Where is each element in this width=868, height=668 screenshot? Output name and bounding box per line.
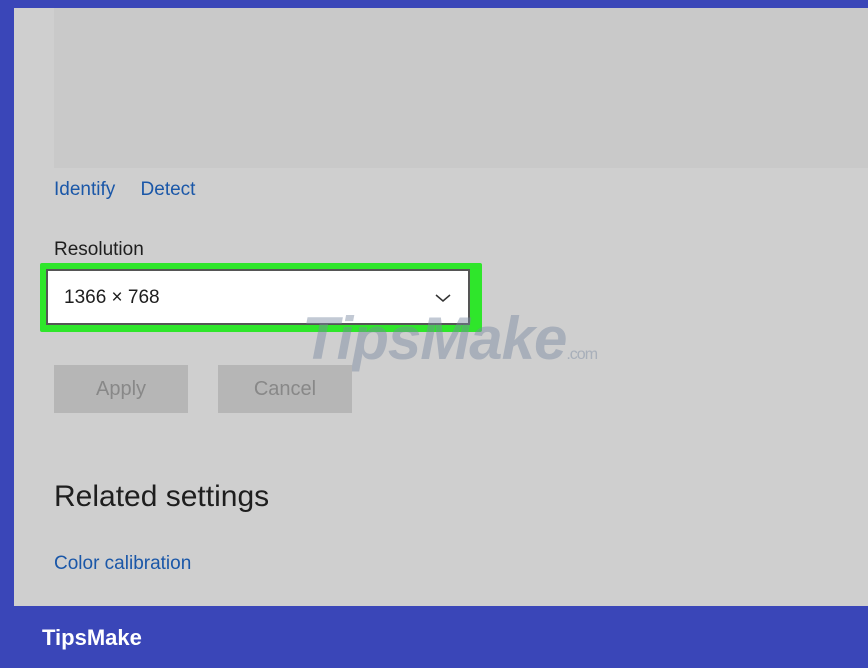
related-settings-heading: Related settings: [54, 480, 270, 513]
monitor-preview-area: [54, 8, 868, 168]
color-calibration-link[interactable]: Color calibration: [54, 553, 191, 575]
footer-brand: TipsMake: [42, 625, 142, 650]
chevron-down-icon: [434, 288, 452, 310]
settings-window: Identify Detect Resolution 1366 × 768 Ti…: [14, 8, 868, 606]
resolution-label: Resolution: [54, 239, 144, 260]
resolution-dropdown[interactable]: 1366 × 768: [46, 269, 470, 325]
display-links: Identify Detect: [54, 179, 215, 201]
resolution-value: 1366 × 768: [64, 287, 160, 308]
identify-link[interactable]: Identify: [54, 179, 115, 200]
apply-button[interactable]: Apply: [54, 365, 188, 413]
detect-link[interactable]: Detect: [141, 179, 196, 200]
cancel-button[interactable]: Cancel: [218, 365, 352, 413]
resolution-highlight: 1366 × 768: [40, 263, 482, 332]
watermark-suffix: .com: [566, 346, 598, 363]
